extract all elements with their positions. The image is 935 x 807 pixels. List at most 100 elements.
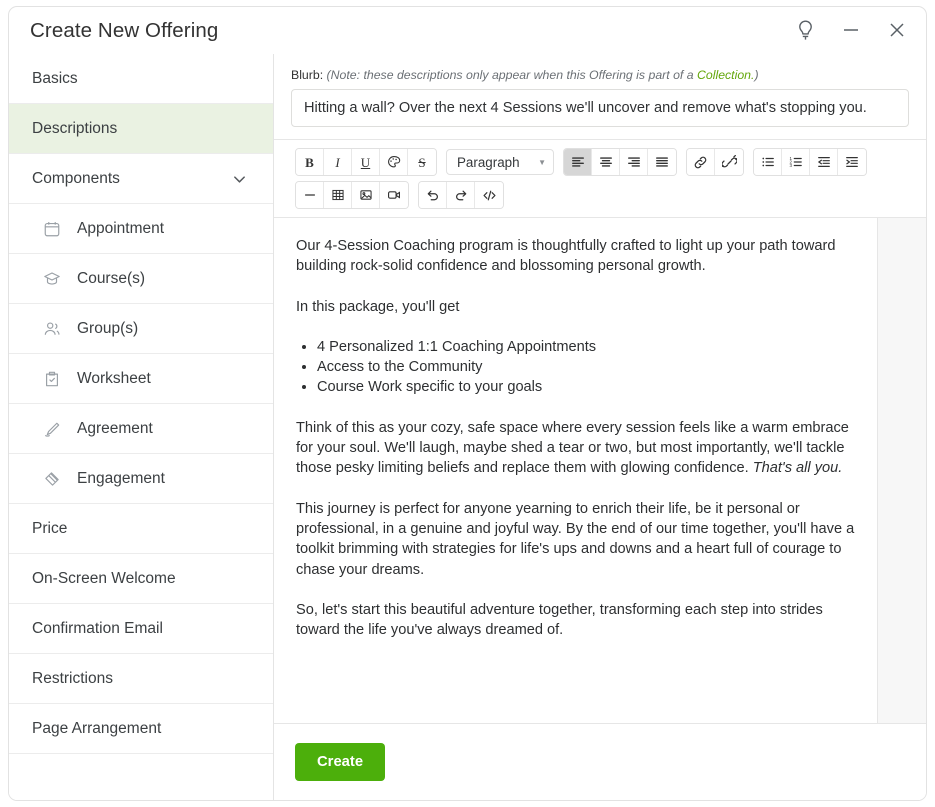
sidebar-item-label: Confirmation Email: [32, 619, 163, 637]
paragraph-style-select[interactable]: Paragraph ▼: [446, 149, 554, 175]
sidebar-item-on-screen-welcome[interactable]: On-Screen Welcome: [9, 554, 273, 604]
alignment-group: [563, 148, 677, 176]
align-left-icon[interactable]: [564, 149, 592, 175]
create-button[interactable]: Create: [295, 743, 386, 781]
minimize-icon[interactable]: [836, 15, 866, 45]
clipboard-check-icon: [41, 368, 63, 390]
blurb-note-suffix: ): [754, 68, 759, 82]
text-color-icon[interactable]: [380, 149, 408, 175]
align-right-icon[interactable]: [620, 149, 648, 175]
sidebar-nav: Basics Descriptions Components Appointme…: [9, 54, 274, 800]
text-format-group: B I U S: [295, 148, 437, 176]
video-icon[interactable]: [380, 182, 408, 208]
sidebar-item-label: Agreement: [77, 419, 153, 437]
sidebar-item-basics[interactable]: Basics: [9, 54, 273, 104]
sidebar-item-label: Basics: [32, 69, 78, 87]
align-justify-icon[interactable]: [648, 149, 676, 175]
sidebar-item-page-arrangement[interactable]: Page Arrangement: [9, 704, 273, 754]
sidebar-item-price[interactable]: Price: [9, 504, 273, 554]
table-icon[interactable]: [324, 182, 352, 208]
sidebar-item-courses[interactable]: Course(s): [9, 254, 273, 304]
italic-icon[interactable]: I: [324, 149, 352, 175]
paragraph-style-value: Paragraph: [457, 154, 520, 170]
outdent-icon[interactable]: [810, 149, 838, 175]
sidebar-item-label: Descriptions: [32, 119, 118, 137]
app-root: Create New Offering Basics Descriptions …: [0, 0, 935, 807]
editor-paragraph-3-italic: That's all you.: [752, 460, 843, 477]
editor-paragraph-5: So, let's start this beautiful adventure…: [296, 601, 823, 639]
editor-paragraph-1: Our 4-Session Coaching program is though…: [296, 238, 836, 275]
sidebar-item-label: Course(s): [77, 269, 146, 287]
sidebar-item-engagement[interactable]: Engagement: [9, 454, 273, 504]
chevron-down-icon[interactable]: [232, 171, 247, 186]
numbered-list-icon[interactable]: 1 2 3: [782, 149, 810, 175]
toolbar-row-1: B I U S Paragraph ▼ 1 2 3: [295, 148, 926, 176]
sidebar-item-confirmation-email[interactable]: Confirmation Email: [9, 604, 273, 654]
insert-group: [295, 181, 409, 209]
page-title: Create New Offering: [30, 18, 219, 42]
collection-link[interactable]: Collection.: [697, 68, 754, 82]
main-panel: Blurb: (Note: these descriptions only ap…: [274, 54, 926, 800]
editor-bullet-list: 4 Personalized 1:1 Coaching Appointments…: [296, 337, 855, 398]
list-item: Access to the Community: [317, 357, 855, 377]
dialog-titlebar: Create New Offering: [9, 7, 926, 54]
strikethrough-icon[interactable]: S: [408, 149, 436, 175]
toolbar-row-2: [295, 181, 926, 209]
undo-icon[interactable]: [419, 182, 447, 208]
sidebar-item-label: Page Arrangement: [32, 719, 162, 737]
history-group: [418, 181, 504, 209]
image-icon[interactable]: [352, 182, 380, 208]
sidebar-item-label: Group(s): [77, 319, 139, 337]
dialog-footer: Create: [274, 724, 926, 800]
blurb-note-prefix: (Note: these descriptions only appear wh…: [326, 68, 698, 82]
bullet-list-icon[interactable]: [754, 149, 782, 175]
handshake-icon: [41, 468, 63, 490]
close-icon[interactable]: [882, 15, 912, 45]
list-group: 1 2 3: [753, 148, 867, 176]
unlink-icon[interactable]: [715, 149, 743, 175]
editor-paragraph-2: In this package, you'll get: [296, 298, 460, 315]
sidebar-item-agreement[interactable]: Agreement: [9, 404, 273, 454]
sidebar-item-restrictions[interactable]: Restrictions: [9, 654, 273, 704]
svg-text:3: 3: [789, 163, 792, 168]
rich-text-editor: B I U S Paragraph ▼ 1 2 3 Our 4-Session …: [274, 139, 926, 724]
bold-icon[interactable]: B: [296, 149, 324, 175]
editor-toolbar: B I U S Paragraph ▼ 1 2 3: [274, 140, 926, 218]
sidebar-item-label: Worksheet: [77, 369, 151, 387]
editor-body-row: Our 4-Session Coaching program is though…: [274, 218, 926, 724]
indent-icon[interactable]: [838, 149, 866, 175]
link-group: [686, 148, 744, 176]
sidebar-item-label: Restrictions: [32, 669, 113, 687]
window-controls: [790, 15, 912, 45]
sidebar-item-descriptions[interactable]: Descriptions: [9, 104, 273, 154]
editor-right-gutter: [877, 218, 926, 723]
sidebar-item-components[interactable]: Components: [9, 154, 273, 204]
calendar-icon: [41, 218, 63, 240]
sidebar-item-worksheet[interactable]: Worksheet: [9, 354, 273, 404]
people-icon: [41, 318, 63, 340]
sidebar-item-groups[interactable]: Group(s): [9, 304, 273, 354]
sidebar-item-label: Engagement: [77, 469, 165, 487]
chevron-down-icon: ▼: [538, 157, 546, 167]
link-icon[interactable]: [687, 149, 715, 175]
redo-icon[interactable]: [447, 182, 475, 208]
blurb-section: Blurb: (Note: these descriptions only ap…: [274, 54, 926, 139]
lightbulb-icon[interactable]: [790, 15, 820, 45]
editor-content[interactable]: Our 4-Session Coaching program is though…: [274, 218, 877, 723]
sidebar-item-label: On-Screen Welcome: [32, 569, 176, 587]
create-new-offering-dialog: Create New Offering Basics Descriptions …: [8, 6, 927, 801]
editor-paragraph-4: This journey is perfect for anyone yearn…: [296, 500, 855, 578]
blurb-label: Blurb:: [291, 68, 324, 82]
horizontal-rule-icon[interactable]: [296, 182, 324, 208]
blurb-input[interactable]: [291, 89, 909, 127]
sidebar-item-appointment[interactable]: Appointment: [9, 204, 273, 254]
code-view-icon[interactable]: [475, 182, 503, 208]
sidebar-item-label: Price: [32, 519, 68, 537]
dialog-body: Basics Descriptions Components Appointme…: [9, 54, 926, 800]
editor-paragraph-3: Think of this as your cozy, safe space w…: [296, 418, 855, 479]
blurb-label-row: Blurb: (Note: these descriptions only ap…: [291, 68, 909, 82]
list-item: Course Work specific to your goals: [317, 377, 855, 397]
underline-icon[interactable]: U: [352, 149, 380, 175]
sidebar-item-label: Components: [32, 169, 120, 187]
align-center-icon[interactable]: [592, 149, 620, 175]
